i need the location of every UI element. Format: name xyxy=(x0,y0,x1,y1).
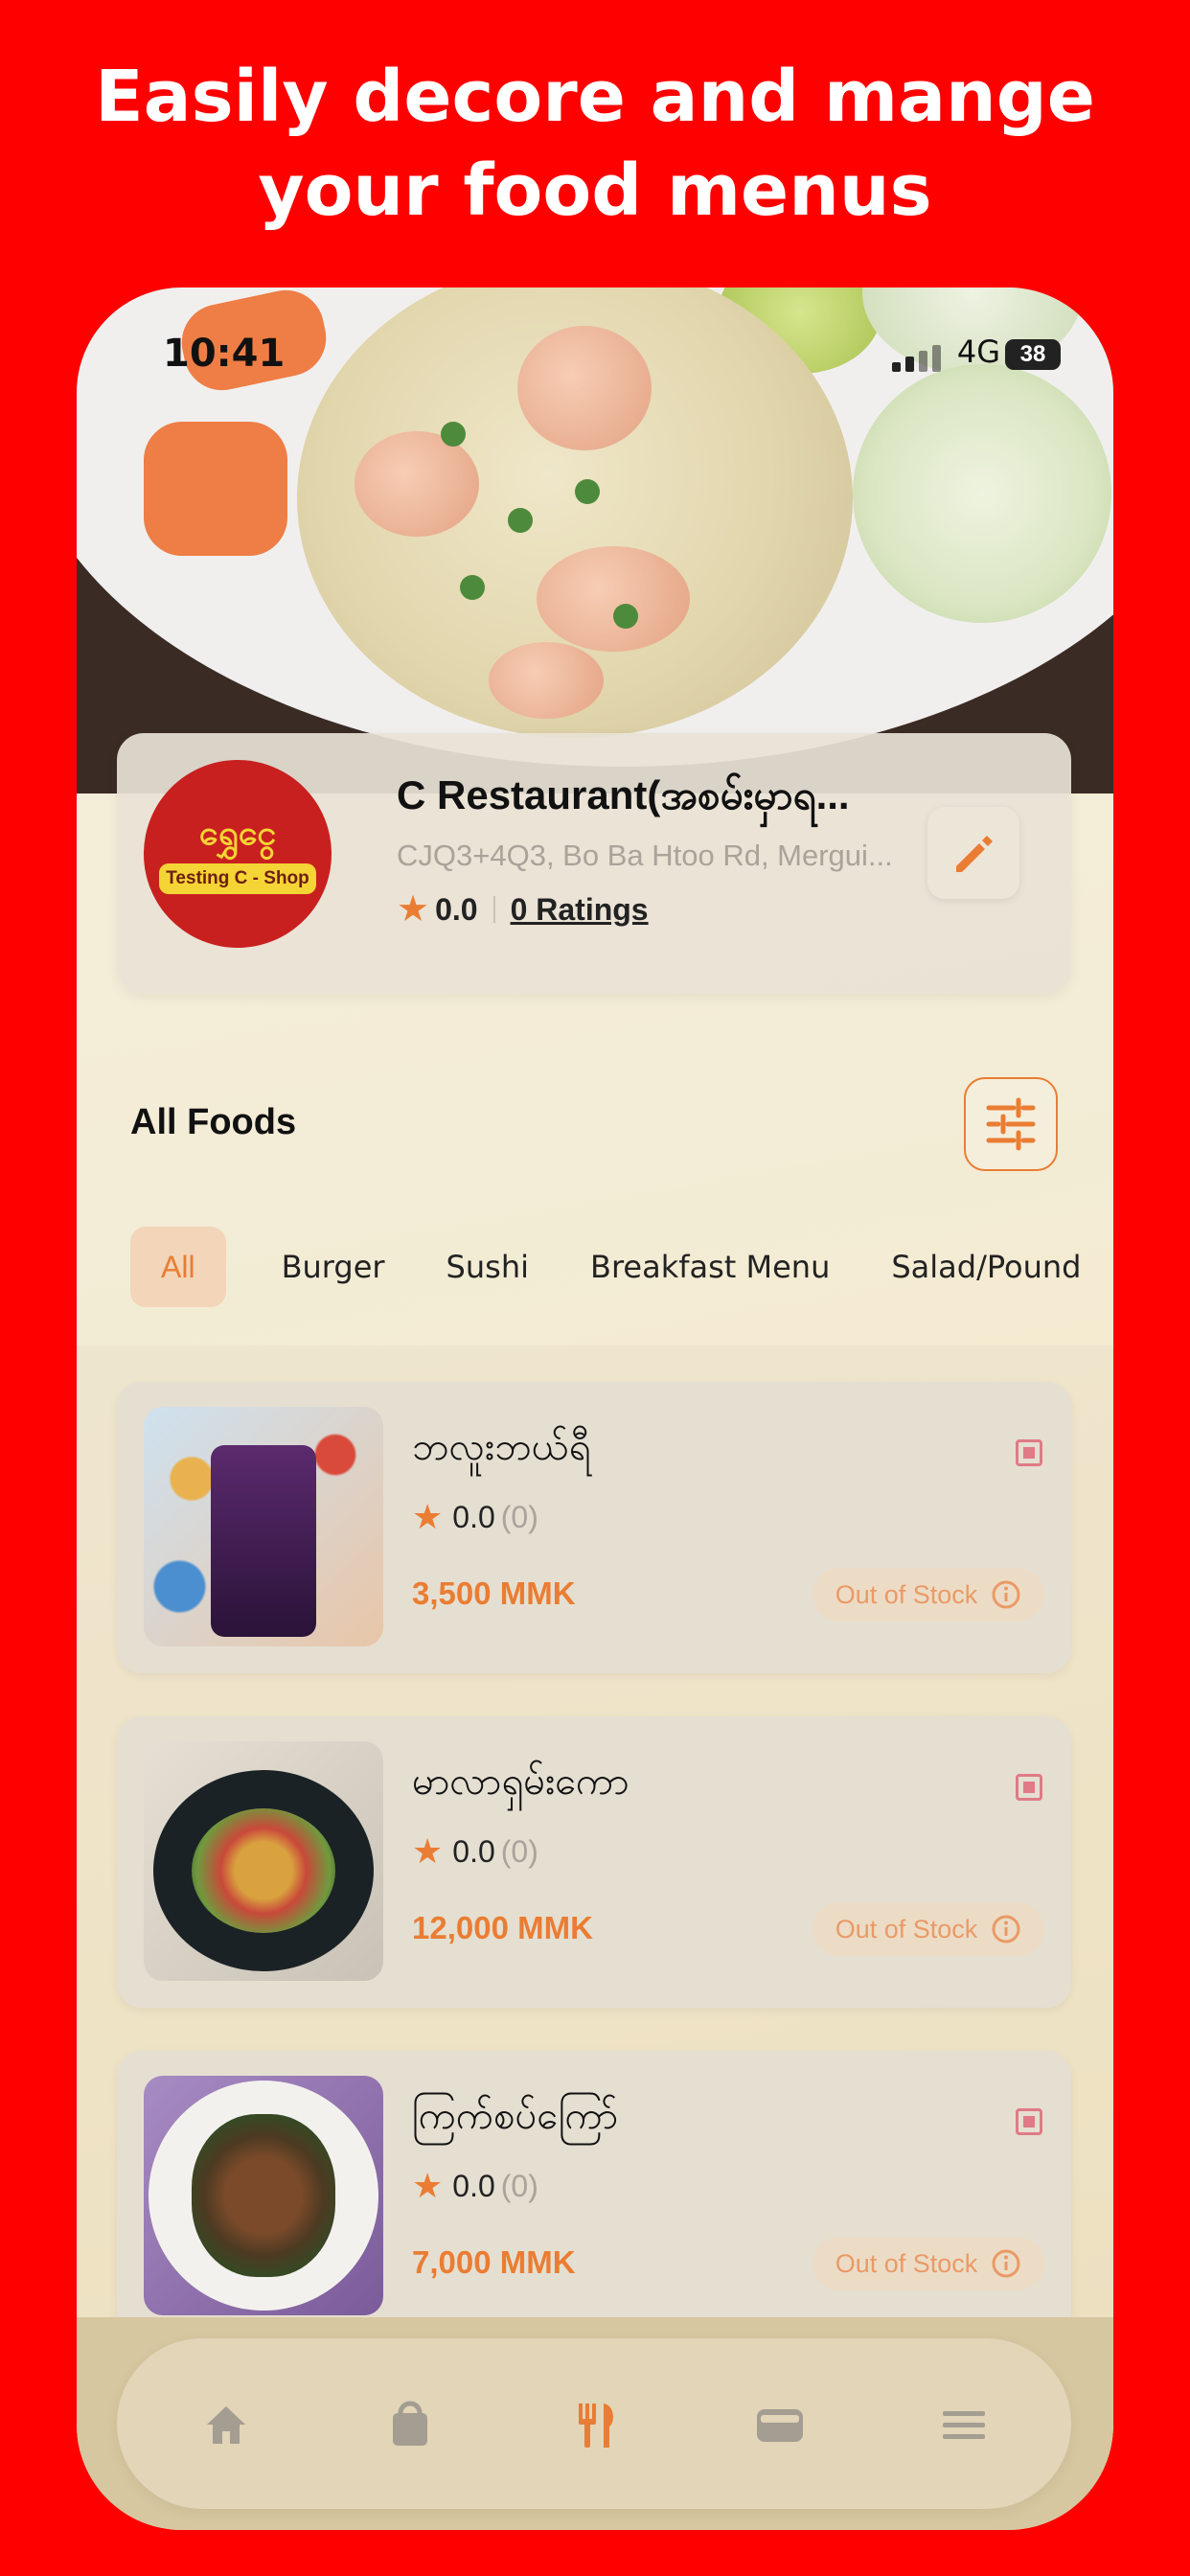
info-icon xyxy=(992,1580,1020,1609)
category-tab-burger[interactable]: Burger xyxy=(251,1227,416,1307)
food-image xyxy=(144,1741,383,1981)
food-image xyxy=(144,1407,383,1646)
category-tab-salad[interactable]: Salad/Pound xyxy=(860,1227,1111,1307)
food-name: ကြက်စပ်ကြော် xyxy=(412,2094,619,2138)
logo-text: ရွှေငွေ xyxy=(198,813,277,852)
network-type: 4G xyxy=(956,334,1000,370)
section-title: All Foods xyxy=(130,1102,297,1142)
rating-value: 0.0 xyxy=(452,1833,495,1869)
food-price: 7,000 MMK xyxy=(412,2244,576,2280)
restaurant-card: ရွှေငွေ Testing C - Shop C Restaurant(အစ… xyxy=(117,733,1071,994)
edit-restaurant-button[interactable] xyxy=(927,807,1019,899)
stock-badge[interactable]: Out of Stock xyxy=(812,2237,1044,2290)
divider xyxy=(492,896,495,923)
category-tab-breakfast[interactable]: Breakfast Menu xyxy=(560,1227,860,1307)
filter-sliders-icon xyxy=(986,1097,1036,1151)
food-card[interactable]: မာလာရှမ်းကော ★ 0.0 (0) 12,000 MMK Out of… xyxy=(117,1716,1071,2008)
wallet-icon[interactable] xyxy=(749,2394,811,2455)
restaurant-icon[interactable] xyxy=(565,2394,627,2455)
logo-band-text: Testing C - Shop xyxy=(159,863,316,894)
rating-value: 0.0 xyxy=(452,2168,495,2203)
battery-icon: 38 xyxy=(1005,339,1061,370)
filter-button[interactable] xyxy=(964,1077,1058,1171)
select-checkbox[interactable] xyxy=(1016,1774,1042,1801)
rating-count: (0) xyxy=(500,1499,538,1534)
status-time: 10:41 xyxy=(163,332,286,376)
headline-line-2: your food menus xyxy=(258,150,932,232)
star-icon: ★ xyxy=(412,2166,444,2205)
home-icon[interactable] xyxy=(195,2394,257,2455)
food-price: 3,500 MMK xyxy=(412,1576,576,1611)
stock-badge[interactable]: Out of Stock xyxy=(812,1568,1044,1622)
pencil-icon xyxy=(956,836,993,872)
status-bar: 10:41 4G 38 xyxy=(77,332,1113,380)
headline-line-1: Easily decore and mange xyxy=(95,56,1095,138)
shopping-bag-icon[interactable] xyxy=(379,2394,441,2455)
restaurant-logo: ရွှေငွေ Testing C - Shop xyxy=(144,760,332,948)
star-icon: ★ xyxy=(412,1497,444,1536)
rating-value: 0.0 xyxy=(435,891,478,927)
stock-label: Out of Stock xyxy=(835,2248,978,2278)
star-icon: ★ xyxy=(412,1831,444,1871)
select-checkbox[interactable] xyxy=(1016,1439,1042,1466)
info-icon xyxy=(992,2249,1020,2278)
rating-count: (0) xyxy=(500,1833,538,1869)
stock-label: Out of Stock xyxy=(835,1579,978,1609)
rating-count: (0) xyxy=(500,2168,538,2203)
signal-icon xyxy=(892,345,941,372)
select-checkbox[interactable] xyxy=(1016,2108,1042,2135)
category-tabs: All Burger Sushi Breakfast Menu Salad/Po… xyxy=(130,1227,1111,1307)
rating-value: 0.0 xyxy=(452,1499,495,1534)
food-card[interactable]: ဘလူးဘယ်ရီ ★ 0.0 (0) 3,500 MMK Out of Sto… xyxy=(117,1382,1071,1673)
category-tab-all[interactable]: All xyxy=(130,1227,226,1307)
promo-headline: Easily decore and mange your food menus xyxy=(0,50,1190,238)
info-icon xyxy=(992,1915,1020,1944)
food-name: မာလာရှမ်းကော xyxy=(412,1760,629,1804)
stock-label: Out of Stock xyxy=(835,1914,978,1944)
category-tab-sushi[interactable]: Sushi xyxy=(416,1227,560,1307)
food-name: ဘလူးဘယ်ရီ xyxy=(412,1425,591,1469)
food-price: 12,000 MMK xyxy=(412,1910,593,1945)
food-rating: ★ 0.0 (0) xyxy=(412,1499,538,1535)
cover-photo: 10:41 4G 38 xyxy=(77,288,1113,794)
phone-screen: 10:41 4G 38 ရွှေငွေ Testing C - Shop C R… xyxy=(77,288,1113,2530)
stock-badge[interactable]: Out of Stock xyxy=(812,1902,1044,1956)
food-image xyxy=(144,2076,383,2315)
restaurant-rating: ★ 0.0 0 Ratings xyxy=(397,891,649,928)
menu-icon[interactable] xyxy=(933,2394,995,2455)
star-icon: ★ xyxy=(397,889,430,930)
food-rating: ★ 0.0 (0) xyxy=(412,1833,538,1870)
restaurant-address: CJQ3+4Q3, Bo Ba Htoo Rd, Mergui... xyxy=(397,839,893,872)
restaurant-name: C Restaurant(အစမ်းမှာရ... xyxy=(397,772,850,817)
ratings-link[interactable]: 0 Ratings xyxy=(511,892,649,928)
food-card[interactable]: ကြက်စပ်ကြော် ★ 0.0 (0) 7,000 MMK Out of … xyxy=(117,2051,1071,2342)
food-rating: ★ 0.0 (0) xyxy=(412,2168,538,2204)
